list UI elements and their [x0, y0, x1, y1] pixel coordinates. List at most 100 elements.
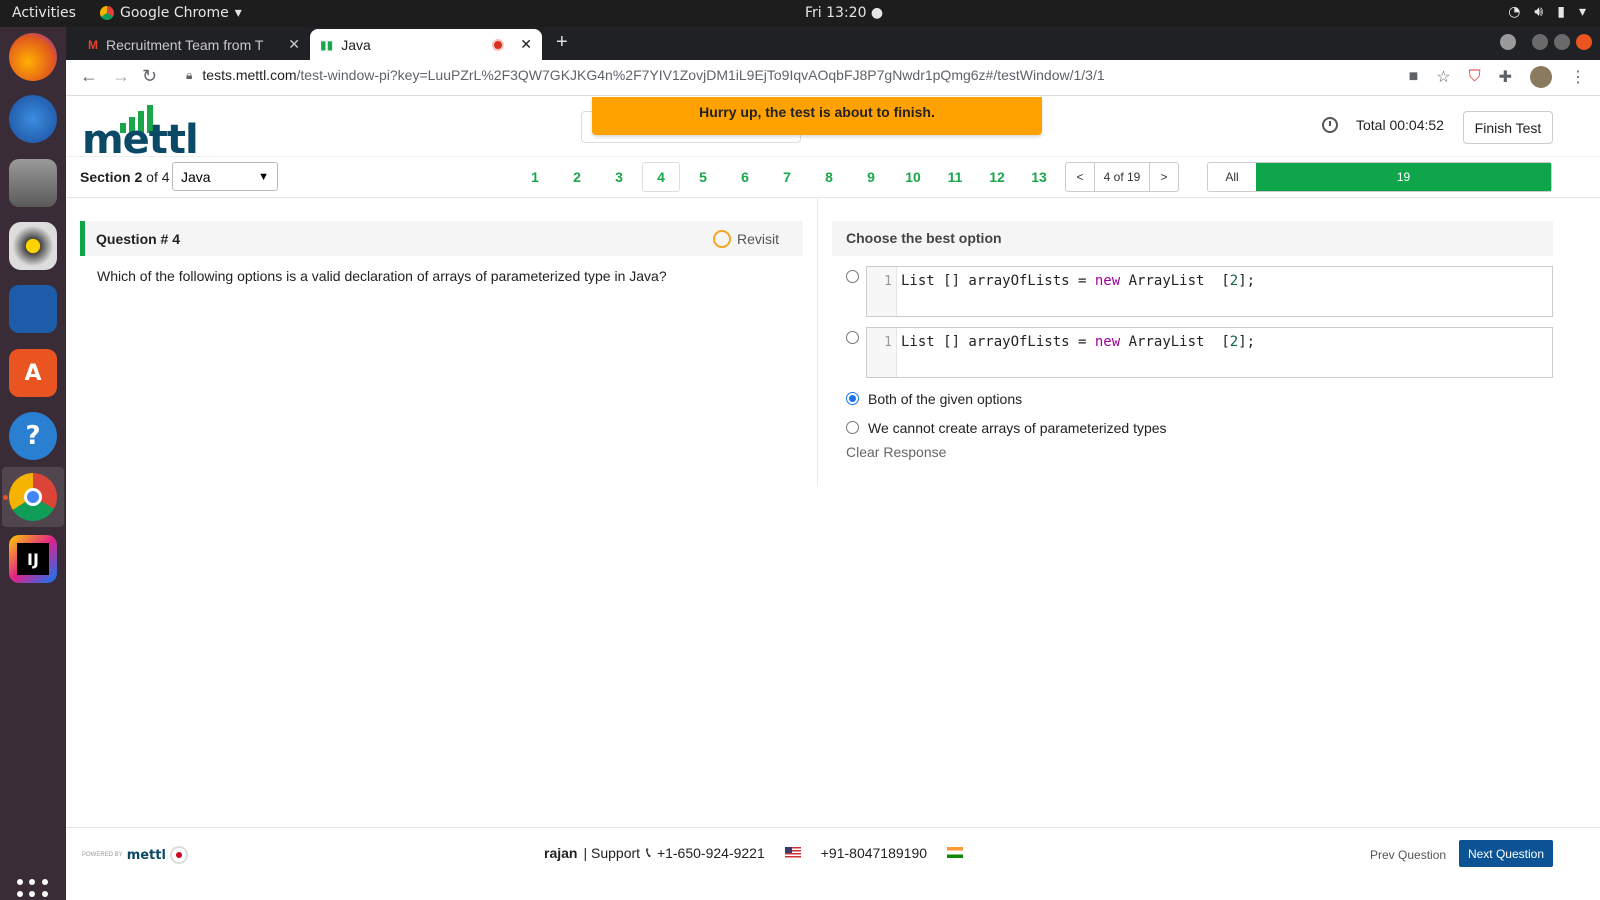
intellij-icon[interactable]: IJ: [9, 535, 57, 583]
back-icon[interactable]: ←: [80, 66, 98, 87]
system-tray[interactable]: ◔ 🔊︎ ▮ ▾: [1508, 4, 1586, 20]
question-number-11[interactable]: 11: [936, 162, 974, 192]
address-bar[interactable]: 🔒︎ tests.mettl.com/test-window-pi?key=Lu…: [186, 67, 1105, 83]
reload-icon[interactable]: ↻: [142, 66, 157, 87]
line-number: 1: [867, 328, 897, 377]
question-navigator: 1 2 3 4 5 6 7 8 9 10 11 12 13: [516, 162, 1062, 192]
finish-test-button[interactable]: Finish Test: [1463, 111, 1553, 144]
section-label: Section 2 of 4: [80, 169, 170, 185]
extensions-puzzle-icon[interactable]: ✚: [1499, 67, 1512, 87]
option-3-radio[interactable]: [846, 392, 859, 405]
code-keyword: new: [1094, 334, 1121, 350]
question-number-9[interactable]: 9: [852, 162, 890, 192]
filter-count-button[interactable]: 19: [1256, 163, 1551, 191]
tab-title: Java: [341, 36, 371, 53]
code-part: ];: [1238, 273, 1256, 289]
answer-option-3[interactable]: Both of the given options: [832, 384, 1553, 413]
tab-java[interactable]: ▮▮ Java ✕: [310, 29, 542, 60]
volume-icon: 🔊︎: [1534, 4, 1544, 20]
close-window-button[interactable]: [1576, 34, 1592, 50]
section-select[interactable]: Java ▼: [172, 162, 278, 191]
close-tab-icon[interactable]: ✕: [288, 36, 300, 53]
filter-all-button[interactable]: All: [1208, 163, 1256, 191]
question-number-12[interactable]: 12: [978, 162, 1016, 192]
test-timer: Total 00:04:52: [1322, 117, 1444, 133]
chevron-down-icon: ▾: [234, 5, 242, 21]
phone-in: +91-8047189190: [820, 844, 928, 861]
thunderbird-icon[interactable]: [9, 95, 57, 143]
code-number: 2: [1229, 334, 1239, 350]
question-number-5[interactable]: 5: [684, 162, 722, 192]
question-number-10[interactable]: 10: [894, 162, 932, 192]
page-header: mettl Hurry up, the test is about to fin…: [66, 97, 1600, 163]
powered-by-text: POWERED BY: [82, 852, 123, 858]
dock: A ? IJ: [0, 27, 66, 900]
gmail-icon: M: [88, 37, 98, 52]
question-pane: Question # 4 Revisit Which of the follow…: [80, 221, 803, 284]
revisit-label: Revisit: [736, 230, 779, 247]
show-applications-icon[interactable]: [17, 879, 49, 900]
camera-icon[interactable]: ■: [1409, 68, 1419, 86]
code-part: ];: [1238, 334, 1256, 350]
writer-icon[interactable]: [9, 285, 57, 333]
option-4-label: We cannot create arrays of parameterized…: [868, 419, 1167, 436]
time-warning-banner: Hurry up, the test is about to finish.: [592, 97, 1042, 135]
system-clock[interactable]: Fri 13:20 ●: [805, 5, 883, 21]
code-line: List [] arrayOfLists = new ArrayList [2]…: [901, 334, 1255, 350]
question-number-6[interactable]: 6: [726, 162, 764, 192]
user-name: rajan: [544, 844, 578, 861]
option-1-radio[interactable]: [846, 270, 859, 283]
code-block: 1 List [] arrayOfLists = new ArrayList […: [866, 327, 1553, 378]
close-tab-icon[interactable]: ✕: [520, 36, 532, 53]
new-tab-button[interactable]: +: [556, 31, 568, 54]
tab-search-icon[interactable]: [1500, 34, 1516, 50]
profile-avatar[interactable]: [1530, 66, 1552, 88]
code-part: ArrayList [: [1120, 334, 1230, 350]
answer-option-4[interactable]: We cannot create arrays of parameterized…: [832, 413, 1553, 442]
code-keyword: new: [1094, 273, 1121, 289]
question-number-1[interactable]: 1: [516, 162, 554, 192]
question-number-4[interactable]: 4: [642, 162, 680, 192]
option-2-radio[interactable]: [846, 331, 859, 344]
revisit-button[interactable]: Revisit: [712, 229, 779, 248]
chevron-down-icon: ▾: [1578, 4, 1586, 20]
maximize-button[interactable]: [1554, 34, 1570, 50]
code-part: List [] arrayOfLists =: [901, 334, 1095, 350]
firefox-icon[interactable]: [9, 33, 57, 81]
option-4-radio[interactable]: [846, 421, 859, 434]
support-label: | Support: [583, 844, 641, 861]
answer-instruction: Choose the best option: [832, 221, 1553, 256]
activities-button[interactable]: Activities: [12, 5, 76, 21]
question-number-8[interactable]: 8: [810, 162, 848, 192]
tab-recruitment[interactable]: M Recruitment Team from T ✕: [78, 29, 310, 60]
question-number-13[interactable]: 13: [1020, 162, 1058, 192]
clear-response-button[interactable]: Clear Response: [832, 444, 1553, 460]
files-icon[interactable]: [9, 159, 57, 207]
question-number-7[interactable]: 7: [768, 162, 806, 192]
chrome-icon: [100, 6, 114, 20]
rhythmbox-icon[interactable]: [9, 222, 57, 270]
help-icon[interactable]: ?: [9, 412, 57, 460]
powered-by-word: mettl: [126, 847, 166, 863]
clock-icon: [1322, 117, 1338, 133]
answer-option-2[interactable]: 1 List [] arrayOfLists = new ArrayList […: [832, 327, 1553, 378]
question-number-2[interactable]: 2: [558, 162, 596, 192]
window-controls: [1500, 34, 1592, 50]
question-number-3[interactable]: 3: [600, 162, 638, 192]
app-menu[interactable]: Google Chrome ▾: [100, 5, 242, 21]
software-center-icon[interactable]: A: [9, 349, 57, 397]
page-footer: POWERED BY mettl rajan | Support 📞︎ +1-6…: [66, 827, 1600, 900]
menu-kebab-icon[interactable]: ⋮: [1570, 67, 1586, 87]
india-flag-icon: [947, 847, 964, 858]
prev-question-button[interactable]: Prev Question: [1370, 848, 1446, 862]
section-prefix: Section: [80, 169, 131, 185]
chrome-dock-icon[interactable]: [9, 473, 57, 521]
minimize-button[interactable]: [1532, 34, 1548, 50]
pager-prev-button[interactable]: <: [1066, 163, 1094, 191]
bookmark-star-icon[interactable]: ☆: [1436, 67, 1450, 87]
answer-option-1[interactable]: 1 List [] arrayOfLists = new ArrayList […: [832, 266, 1553, 317]
forward-icon[interactable]: →: [112, 66, 130, 87]
pager-next-button[interactable]: >: [1150, 163, 1178, 191]
next-question-button[interactable]: Next Question: [1459, 840, 1553, 867]
extension-shield-icon[interactable]: ⛉: [1469, 68, 1481, 86]
